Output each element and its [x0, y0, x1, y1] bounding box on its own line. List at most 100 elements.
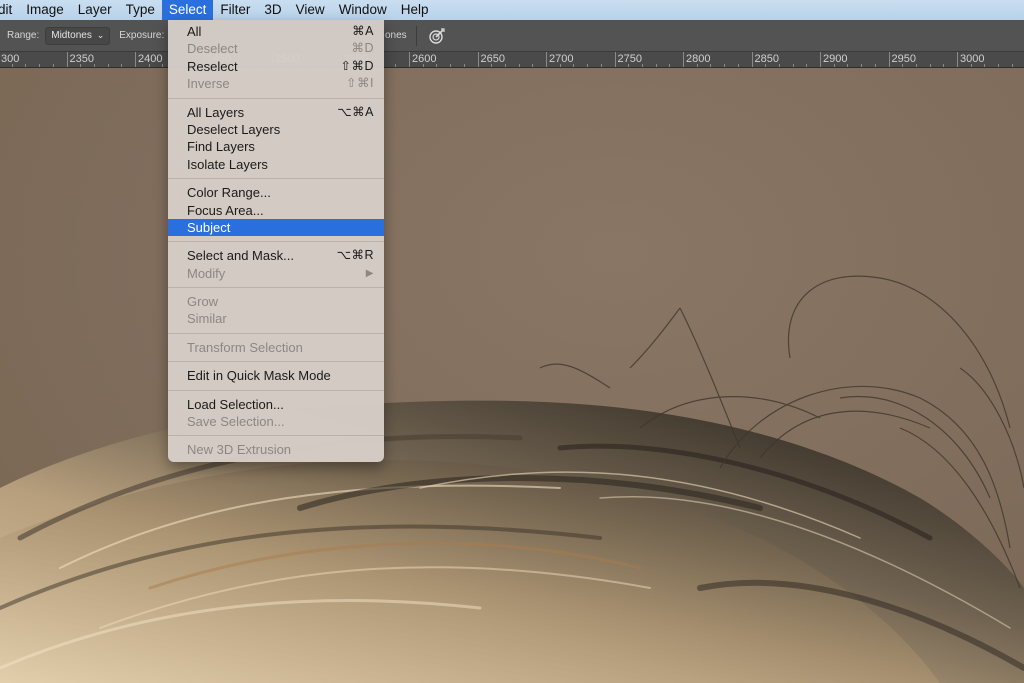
menu-item-modify: Modify ▶ [168, 265, 384, 282]
ruler-minor-tick [806, 64, 808, 67]
menu-image[interactable]: Image [19, 0, 71, 20]
ruler-major-tick [546, 52, 547, 67]
menu-item-all[interactable]: All ⌘A [168, 23, 384, 40]
ruler-minor-tick [641, 64, 643, 67]
horizontal-ruler[interactable]: 3002350240024502500255026002650270027502… [0, 52, 1024, 68]
menu-item-select-and-mask[interactable]: Select and Mask... ⌥⌘R [168, 247, 384, 264]
ruler-label: 2700 [549, 53, 574, 65]
ruler-minor-tick [737, 64, 739, 67]
menu-item-subject[interactable]: Subject [168, 218, 384, 237]
ruler-label: 2800 [686, 53, 711, 65]
ruler-minor-tick [874, 64, 876, 67]
chevron-down-icon: ⌄ [96, 30, 105, 40]
ruler-minor-tick [450, 64, 452, 67]
ruler-minor-tick [833, 64, 835, 67]
menu-separator [168, 435, 384, 437]
ruler-minor-tick [532, 64, 534, 67]
protect-tones-label[interactable]: ones [385, 30, 407, 41]
ruler-minor-tick [765, 64, 767, 67]
menu-item-label: Grow [187, 294, 219, 310]
menu-edit[interactable]: dit [0, 0, 19, 20]
ruler-minor-tick [573, 64, 575, 67]
menu-help[interactable]: Help [394, 0, 436, 20]
ruler-minor-tick [984, 64, 986, 67]
menu-separator [168, 332, 384, 334]
menu-3d[interactable]: 3D [257, 0, 288, 20]
menu-item-isolate-layers[interactable]: Isolate Layers [168, 156, 384, 173]
menu-item-label: All Layers [187, 104, 245, 120]
menu-item-label: Similar [187, 311, 227, 327]
ruler-minor-tick [669, 64, 671, 67]
menu-item-label: All [187, 24, 202, 39]
tool-options-bar: Range: Midtones ⌄ Exposure: ones [0, 20, 1024, 52]
menu-separator [168, 241, 384, 243]
document-canvas[interactable] [0, 68, 1024, 683]
ruler-major-tick [477, 52, 479, 67]
menu-separator [168, 178, 384, 180]
divider [416, 25, 417, 46]
menu-separator [168, 287, 384, 289]
ruler-minor-tick [655, 64, 657, 67]
menu-item-focus-area[interactable]: Focus Area... [168, 202, 384, 219]
menu-item-all-layers[interactable]: All Layers ⌥⌘A [168, 104, 384, 121]
menu-item-find-layers[interactable]: Find Layers [168, 138, 384, 155]
ruler-minor-tick [792, 64, 794, 67]
menu-item-shortcut: ⌘A [352, 24, 374, 38]
menu-item-edit-in-quick-mask-mode[interactable]: Edit in Quick Mask Mode [168, 367, 384, 384]
ruler-minor-tick [710, 64, 712, 67]
airbrush-target-icon[interactable] [428, 27, 446, 45]
ruler-label: 2400 [138, 53, 163, 65]
menu-item-deselect-layers[interactable]: Deselect Layers [168, 121, 384, 138]
ruler-major-tick [683, 52, 684, 67]
menu-item-transform-selection: Transform Selection [168, 339, 384, 356]
ruler-minor-tick [52, 64, 54, 67]
ruler-major-tick [957, 52, 958, 67]
menu-item-label: Load Selection... [187, 396, 284, 412]
ruler-minor-tick [861, 64, 863, 67]
menu-item-label: Reselect [187, 58, 238, 74]
ruler-major-tick [409, 52, 410, 67]
menu-item-label: Inverse [187, 76, 230, 92]
ruler-label: 2650 [480, 53, 505, 65]
menu-separator [168, 389, 384, 391]
ruler-minor-tick [998, 64, 1000, 67]
menu-item-shortcut: ⌥⌘A [337, 104, 374, 119]
ruler-minor-tick [25, 64, 27, 67]
menu-item-label: Focus Area... [187, 202, 264, 218]
ruler-minor-tick [80, 64, 82, 67]
menu-item-label: New 3D Extrusion [187, 442, 292, 458]
ruler-major-tick [135, 52, 136, 67]
menu-item-reselect[interactable]: Reselect ⇧⌘D [168, 58, 384, 75]
submenu-arrow-icon: ▶ [365, 267, 374, 279]
ruler-minor-tick [107, 64, 109, 67]
ruler-major-tick [888, 52, 890, 67]
ruler-minor-tick [121, 64, 123, 67]
ruler-major-tick [751, 52, 753, 67]
menu-type[interactable]: Type [119, 0, 162, 20]
menu-item-label: Select and Mask... [187, 248, 294, 264]
ruler-minor-tick [587, 64, 589, 67]
ruler-minor-tick [148, 64, 150, 67]
menu-item-label: Deselect Layers [187, 121, 281, 137]
ruler-minor-tick [902, 64, 904, 67]
ruler-label: 2350 [69, 53, 94, 65]
range-dropdown[interactable]: Midtones ⌄ [45, 26, 111, 45]
menu-item-label: Save Selection... [187, 414, 285, 430]
menu-item-deselect: Deselect ⌘D [168, 40, 384, 57]
ruler-minor-tick [39, 64, 41, 67]
menu-item-inverse: Inverse ⇧⌘I [168, 75, 384, 92]
menu-item-grow: Grow [168, 293, 384, 310]
menu-item-label: Subject [187, 219, 231, 235]
ruler-label: 2850 [754, 53, 779, 65]
menu-item-color-range[interactable]: Color Range... [168, 184, 384, 201]
menu-layer[interactable]: Layer [71, 0, 119, 20]
ruler-minor-tick [559, 64, 561, 67]
ruler-minor-tick [463, 64, 465, 67]
menu-filter[interactable]: Filter [213, 0, 257, 20]
menu-view[interactable]: View [289, 0, 332, 20]
menu-item-load-selection[interactable]: Load Selection... [168, 396, 384, 413]
ruler-minor-tick [11, 64, 13, 67]
menu-window[interactable]: Window [332, 0, 394, 20]
menu-select[interactable]: Select [161, 0, 214, 20]
ruler-label: 2600 [412, 53, 437, 65]
